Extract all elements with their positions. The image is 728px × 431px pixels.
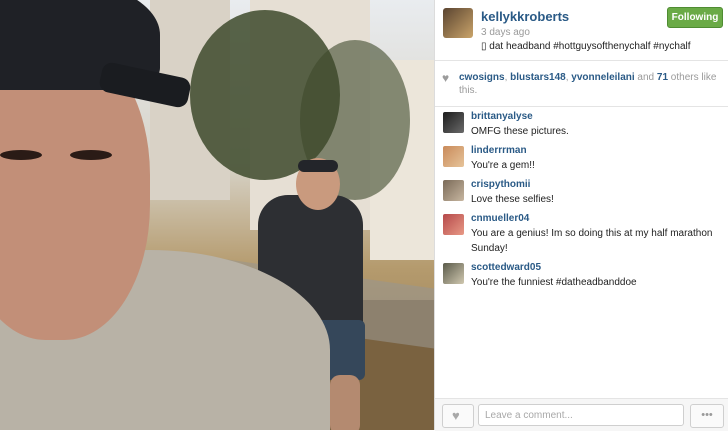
runner-leg	[330, 375, 360, 430]
comment-username[interactable]: cnmueller04	[471, 213, 529, 224]
comment-username[interactable]: linderrrman	[471, 145, 527, 156]
likes-and: and	[634, 72, 657, 83]
runner-headband	[298, 160, 338, 172]
commenter-avatar[interactable]	[443, 180, 464, 201]
liker-link[interactable]: yvonneleilani	[571, 72, 634, 83]
selfie-eye-left	[0, 150, 42, 160]
like-button[interactable]: ♥	[442, 404, 474, 428]
post-photo	[0, 0, 434, 430]
following-button[interactable]: Following	[667, 7, 723, 28]
post-caption: ▯ dat headband #hottguysofthenychalf #ny…	[481, 41, 691, 52]
heart-icon: ♥	[442, 71, 450, 85]
post-sidebar: kellykkroberts 3 days ago ▯ dat headband…	[434, 0, 728, 431]
commenter-avatar[interactable]	[443, 112, 464, 133]
more-options-icon[interactable]: •••	[690, 404, 724, 428]
commenter-avatar[interactable]	[443, 263, 464, 284]
comment-input[interactable]	[478, 404, 684, 426]
comment-footer: ♥ •••	[435, 398, 728, 431]
comment-text: You're the funniest #datheadbanddoe	[471, 277, 637, 288]
comment-text: OMFG these pictures.	[471, 126, 569, 137]
commenter-avatar[interactable]	[443, 214, 464, 235]
others-count-link[interactable]: 71	[657, 72, 668, 83]
selfie-eye-right	[70, 150, 112, 160]
comment-text: Love these selfies!	[471, 194, 554, 205]
author-username[interactable]: kellykkroberts	[481, 9, 569, 24]
liker-link[interactable]: cwosigns	[459, 72, 505, 83]
comment-text: You are a genius! Im so doing this at my…	[471, 228, 713, 254]
liker-link[interactable]: blustars148	[510, 72, 566, 83]
comment-text: You're a gem!!	[471, 160, 535, 171]
post-header: kellykkroberts 3 days ago ▯ dat headband…	[435, 0, 728, 61]
commenter-avatar[interactable]	[443, 146, 464, 167]
heart-icon: ♥	[452, 408, 460, 423]
comments-list: brittanyalyse OMFG these pictures. linde…	[435, 106, 728, 398]
likes-text: cwosigns, blustars148, yvonneleilani and…	[459, 71, 721, 97]
author-avatar[interactable]	[443, 8, 473, 38]
likes-section: ♥ cwosigns, blustars148, yvonneleilani a…	[435, 60, 728, 107]
comment-username[interactable]: crispythomii	[471, 179, 530, 190]
post-timestamp[interactable]: 3 days ago	[481, 27, 530, 38]
comment-username[interactable]: scottedward05	[471, 262, 541, 273]
comment-username[interactable]: brittanyalyse	[471, 111, 533, 122]
